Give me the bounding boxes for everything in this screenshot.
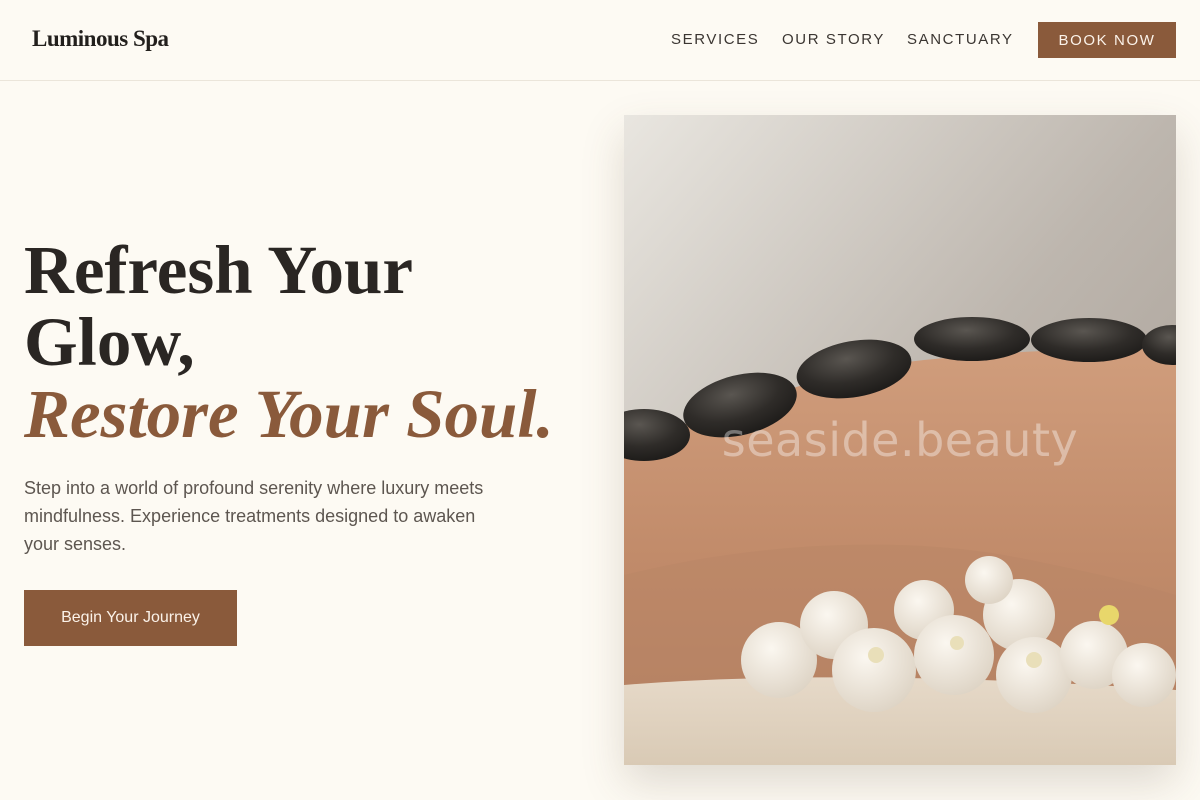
begin-journey-button[interactable]: Begin Your Journey — [24, 590, 237, 646]
headline-line-2: Glow, — [24, 304, 195, 380]
nav-link-sanctuary[interactable]: SANCTUARY — [907, 31, 1014, 48]
brand-logo[interactable]: Luminous Spa — [32, 26, 169, 52]
nav-link-our-story[interactable]: OUR STORY — [782, 31, 885, 48]
book-now-button[interactable]: BOOK NOW — [1038, 22, 1176, 58]
image-watermark: seaside.beauty — [721, 413, 1079, 467]
headline-accent: Restore Your Soul. — [24, 376, 554, 452]
hero-headline: Refresh Your Glow, Restore Your Soul. — [24, 234, 604, 450]
hero-image: seaside.beauty — [624, 115, 1176, 765]
site-header: Luminous Spa SERVICES OUR STORY SANCTUAR… — [0, 0, 1200, 81]
headline-line-1: Refresh Your — [24, 232, 414, 308]
hero-subtext: Step into a world of profound serenity w… — [24, 478, 484, 554]
nav-link-services[interactable]: SERVICES — [671, 31, 759, 48]
